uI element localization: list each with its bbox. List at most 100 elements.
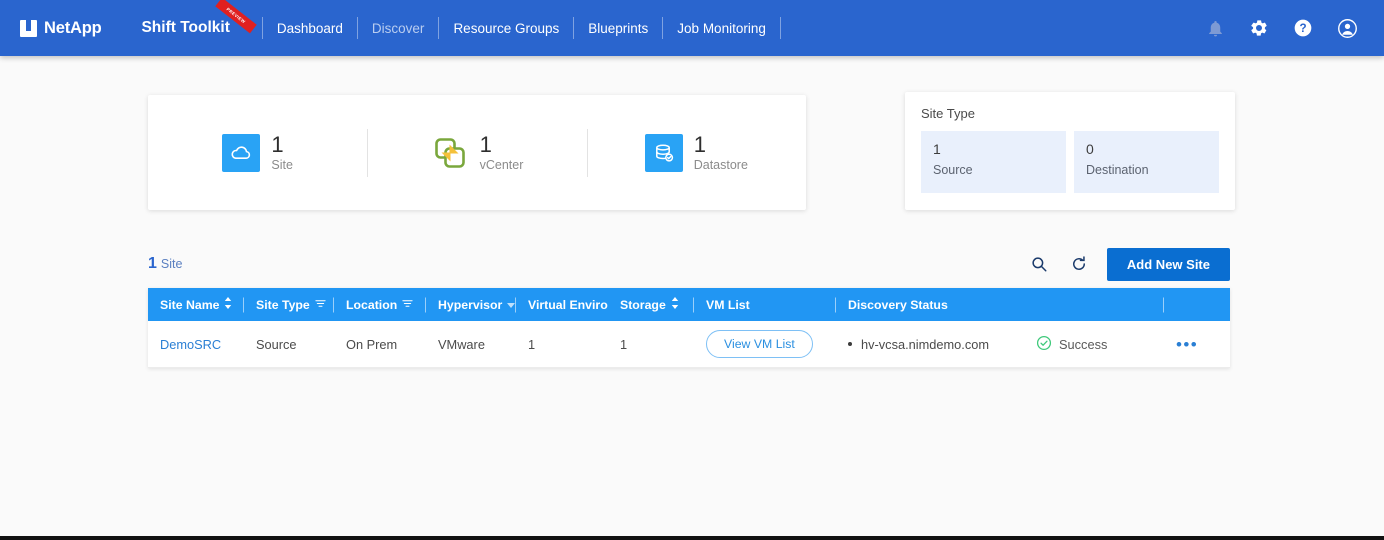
sites-table: Site Name Site Type Location Hypervisor …	[148, 288, 1230, 368]
site-type-source-label: Source	[933, 162, 973, 177]
table-row[interactable]: DemoSRC Source On Prem VMware 1 1 View V…	[148, 321, 1230, 368]
site-count-unit: Site	[160, 257, 183, 271]
column-header-actions-spacer	[1164, 288, 1230, 321]
column-header-hypervisor[interactable]: Hypervisor	[426, 288, 516, 321]
help-icon[interactable]: ?	[1293, 18, 1313, 38]
cell-storage: 1	[620, 336, 628, 352]
summary-vcenter-label: vCenter	[479, 157, 524, 172]
site-type-card-title: Site Type	[921, 106, 975, 121]
nav-divider	[573, 17, 575, 39]
shift-toolkit-title-wrap: Shift Toolkit PREVIEW	[141, 0, 257, 37]
nav-item-resource-groups[interactable]: Resource Groups	[453, 21, 559, 36]
cell-status: Success	[1024, 321, 1164, 367]
nav-divider	[662, 17, 664, 39]
cell-site-name[interactable]: DemoSRC	[148, 321, 244, 367]
filter-icon[interactable]	[402, 298, 413, 312]
summary-datastore-label: Datastore	[693, 157, 748, 172]
column-header-site-type[interactable]: Site Type	[244, 288, 334, 321]
column-header-location[interactable]: Location	[334, 288, 426, 321]
netapp-logo[interactable]: NetApp	[20, 18, 102, 38]
nav-item-blueprints[interactable]: Blueprints	[588, 21, 648, 36]
cell-actions: •••	[1164, 321, 1230, 367]
site-type-box-source[interactable]: 1 Source	[921, 131, 1066, 193]
shift-toolkit-title: Shift Toolkit	[141, 19, 230, 36]
sort-icon[interactable]	[224, 297, 232, 312]
view-vm-list-button[interactable]: View VM List	[706, 330, 813, 358]
netapp-brand-label: NetApp	[44, 18, 102, 37]
nav-icon-group: ?	[1206, 18, 1358, 39]
summary-site-label: Site	[271, 157, 293, 172]
site-count-value: 1	[148, 255, 157, 272]
toolbar-actions: Add New Site	[1027, 247, 1230, 281]
sort-icon[interactable]	[671, 297, 679, 312]
summary-site-value: 1	[271, 132, 284, 158]
row-more-actions-icon[interactable]: •••	[1176, 336, 1198, 353]
site-type-destination-value: 0	[1086, 141, 1094, 157]
summary-item-vcenter: 1 vCenter	[367, 133, 586, 172]
cell-discovery-host: hv-vcsa.nimdemo.com	[836, 321, 1024, 367]
discovery-host-label: hv-vcsa.nimdemo.com	[861, 336, 990, 352]
summary-vcenter-value: 1	[479, 132, 492, 158]
status-badge: Success	[1036, 335, 1107, 354]
nav-divider	[356, 17, 358, 39]
top-navigation-bar: NetApp Shift Toolkit PREVIEW Dashboard D…	[0, 0, 1384, 56]
column-header-hypervisor-label: Hypervisor	[438, 297, 503, 312]
nav-divider	[261, 17, 263, 39]
summary-datastore-text: 1 Datastore	[694, 133, 748, 171]
table-header-row: Site Name Site Type Location Hypervisor …	[148, 288, 1230, 321]
cell-hypervisor: VMware	[438, 336, 485, 352]
column-header-virtual-environment[interactable]: Virtual Environ	[516, 288, 608, 321]
column-header-location-label: Location	[346, 297, 398, 312]
column-header-virtual-environment-label: Virtual Environ	[528, 297, 608, 312]
column-header-site-name[interactable]: Site Name	[148, 288, 244, 321]
summary-site-text: 1 Site	[271, 133, 293, 171]
summary-vcenter-text: 1 vCenter	[480, 133, 524, 171]
site-type-destination-label: Destination	[1086, 162, 1149, 177]
site-count-label: 1 Site	[148, 255, 182, 273]
cell-site-type: Source	[256, 336, 297, 352]
add-new-site-button[interactable]: Add New Site	[1106, 247, 1230, 281]
site-type-box-group: 1 Source 0 Destination	[921, 131, 1219, 193]
success-check-icon	[1036, 335, 1052, 354]
column-header-site-type-label: Site Type	[256, 297, 310, 312]
table-toolbar: 1 Site Add New Site	[148, 240, 1230, 288]
bell-icon[interactable]	[1206, 19, 1225, 38]
discovery-host-wrap: hv-vcsa.nimdemo.com	[848, 337, 989, 352]
refresh-icon[interactable]	[1067, 252, 1091, 276]
column-header-discovery-status-label: Discovery Status	[848, 297, 948, 312]
column-header-vm-list-label: VM List	[706, 297, 750, 312]
column-header-vm-list[interactable]: VM List	[694, 288, 836, 321]
nav-item-discover[interactable]: Discover	[372, 21, 425, 36]
account-icon[interactable]	[1337, 18, 1358, 39]
column-header-discovery-status[interactable]: Discovery Status	[836, 288, 1024, 321]
cloud-icon	[222, 133, 261, 172]
nav-divider	[779, 17, 781, 39]
svg-text:?: ?	[1299, 22, 1306, 35]
column-header-storage[interactable]: Storage	[608, 288, 694, 321]
app-root: NetApp Shift Toolkit PREVIEW Dashboard D…	[0, 0, 1384, 540]
site-type-source-value: 1	[933, 141, 941, 157]
site-type-box-destination[interactable]: 0 Destination	[1074, 131, 1219, 193]
filter-icon[interactable]	[315, 298, 326, 312]
status-label: Success	[1059, 336, 1108, 352]
cell-location: On Prem	[346, 336, 398, 352]
summary-datastore-value: 1	[693, 132, 706, 158]
netapp-mark-icon	[20, 19, 37, 37]
summary-counts-card: 1 Site 1 vCenter 1 Datastore	[148, 95, 806, 210]
site-type-card: Site Type 1 Source 0 Destination	[905, 92, 1235, 210]
search-icon[interactable]	[1027, 252, 1051, 276]
summary-item-datastore: 1 Datastore	[587, 133, 806, 172]
column-header-site-name-label: Site Name	[160, 297, 220, 312]
nav-divider	[438, 17, 440, 39]
column-header-storage-label: Storage	[620, 297, 666, 312]
summary-item-site: 1 Site	[148, 133, 367, 172]
nav-item-dashboard[interactable]: Dashboard	[277, 21, 343, 36]
nav-item-job-monitoring[interactable]: Job Monitoring	[677, 21, 766, 36]
gear-icon[interactable]	[1249, 18, 1269, 38]
cell-vm-list: View VM List	[694, 321, 836, 367]
bullet-icon	[848, 342, 852, 346]
vcenter-icon	[431, 134, 469, 172]
datastore-icon	[644, 133, 683, 172]
column-header-status-spacer	[1024, 288, 1164, 321]
cell-virtual-environment: 1	[528, 336, 536, 352]
